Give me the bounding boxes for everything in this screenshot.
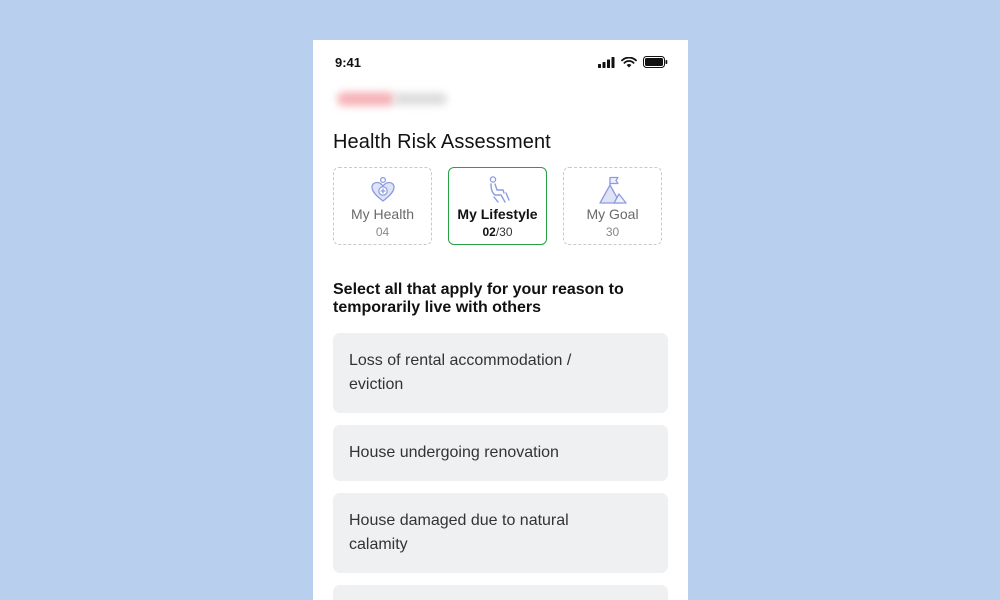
tab-label: My Lifestyle (457, 206, 538, 222)
tab-count: 02/30 (482, 225, 512, 239)
signal-icon (598, 56, 615, 68)
phone-screen: 9:41 Health Risk Assessment My Health 04… (313, 40, 688, 600)
mountain-flag-icon (598, 176, 627, 204)
page-title: Health Risk Assessment (333, 131, 551, 153)
status-time: 9:41 (335, 55, 362, 70)
battery-icon (643, 56, 668, 68)
tab-my-health[interactable]: My Health 04 (333, 167, 432, 245)
wifi-icon (621, 56, 637, 67)
brand-logo (337, 90, 447, 108)
tab-count: 30 (605, 225, 620, 239)
option-partial[interactable] (333, 585, 668, 600)
option-house-renovation[interactable]: House undergoing renovation (333, 425, 668, 481)
question-text: Select all that apply for your reason to… (333, 281, 624, 316)
tab-count-current: 02 (482, 225, 496, 239)
heart-plus-icon (370, 176, 395, 202)
status-icons (598, 56, 668, 68)
option-rental-eviction[interactable]: Loss of rental accommodation / eviction (333, 333, 668, 413)
status-bar: 9:41 (313, 40, 688, 84)
tab-count: 04 (375, 225, 390, 239)
assessment-tabs: My Health 04 My Lifestyle 02/30 My Goal (333, 167, 662, 245)
answer-options: Loss of rental accommodation / eviction … (333, 333, 668, 600)
tab-my-lifestyle[interactable]: My Lifestyle 02/30 (448, 167, 547, 245)
person-seated-icon (489, 176, 510, 203)
tab-count-total: /30 (495, 225, 513, 239)
tab-label: My Goal (586, 206, 639, 222)
option-natural-calamity[interactable]: House damaged due to natural calamity (333, 493, 668, 573)
tab-label: My Health (350, 206, 415, 222)
tab-my-goal[interactable]: My Goal 30 (563, 167, 662, 245)
